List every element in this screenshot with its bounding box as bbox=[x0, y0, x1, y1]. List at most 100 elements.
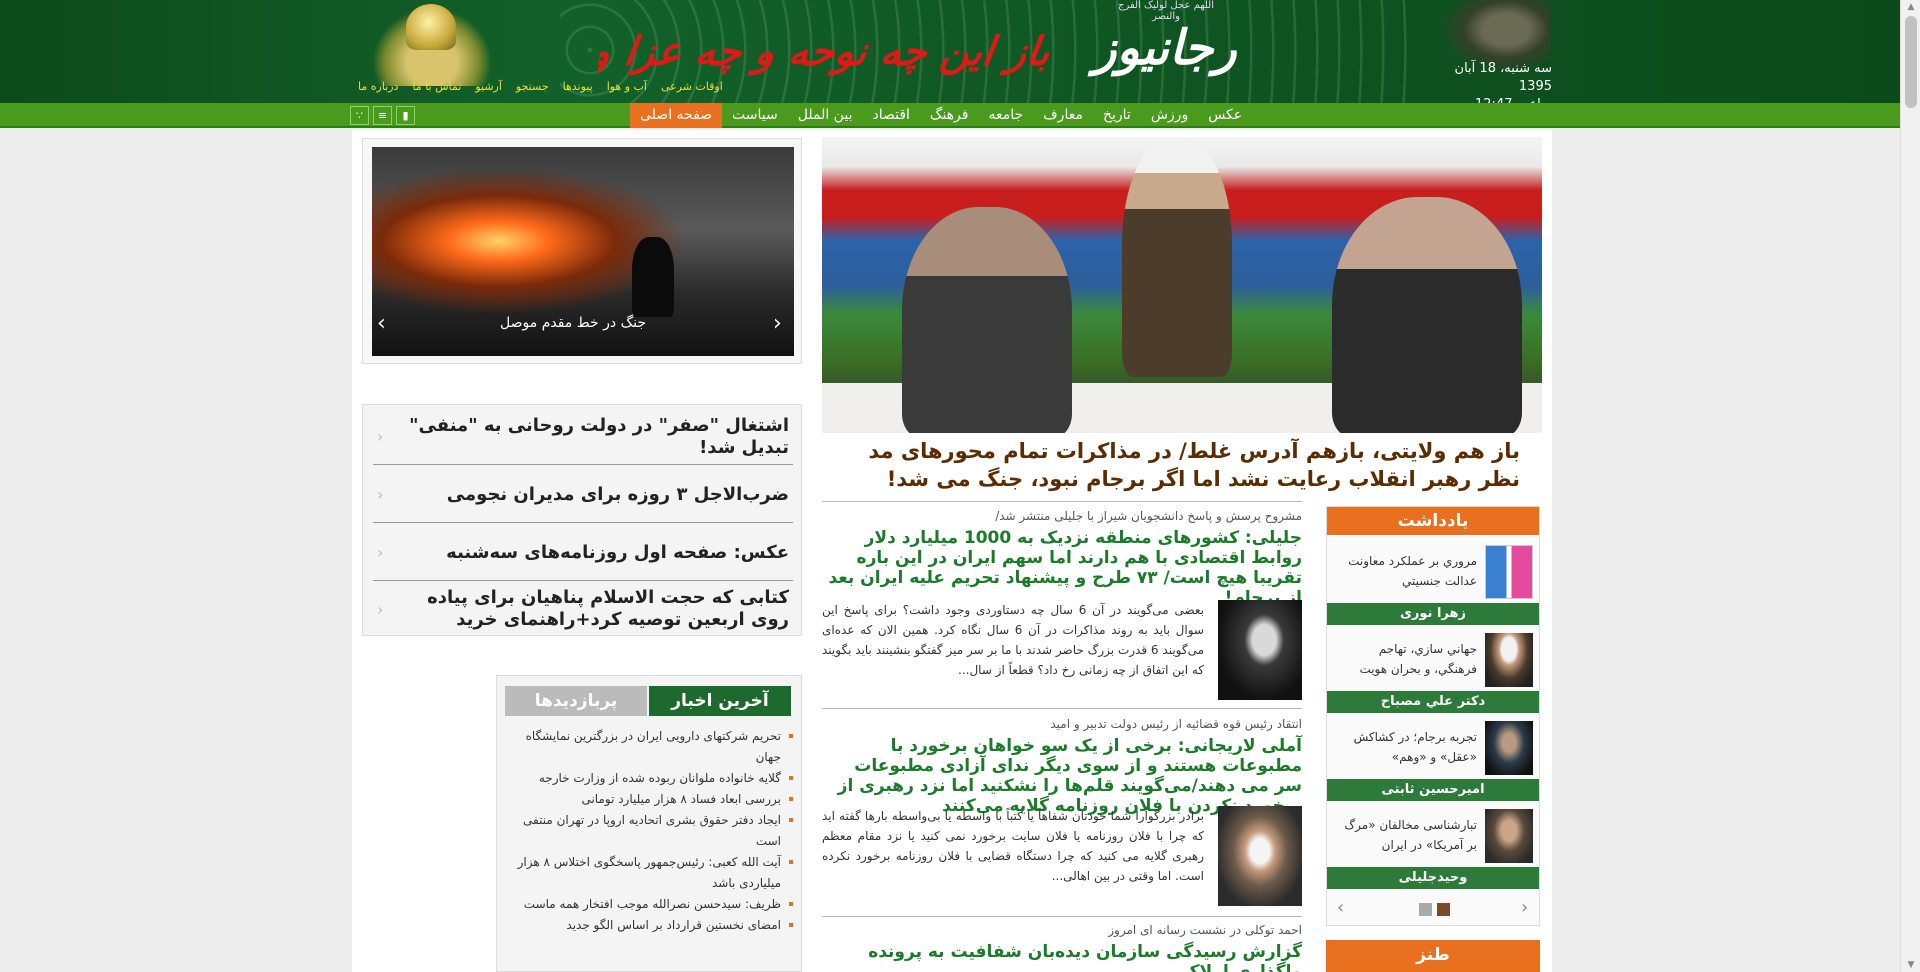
story-item: انتقاد رئیس قوه قضائیه از رئیس دولت تدبی… bbox=[822, 716, 1302, 906]
slider-soldier-silhouette bbox=[632, 237, 674, 317]
pager-dot-active[interactable] bbox=[1437, 903, 1450, 916]
notes-pager: ‹ › bbox=[1327, 897, 1539, 921]
story-summary: بعضی می‌گویند در آن 6 سال چه دستاوردی وج… bbox=[822, 603, 1205, 677]
scroll-up-icon[interactable]: ▲ bbox=[1901, 0, 1920, 14]
shrine-dome-illustration bbox=[406, 4, 456, 50]
pager-next-icon[interactable]: › bbox=[1521, 897, 1528, 918]
top-link-archive[interactable]: آرشیو bbox=[475, 80, 502, 98]
list-item[interactable]: آیت الله کعبی: رئیس‌جمهور پاسخگوی اختلاس… bbox=[505, 852, 795, 894]
tab-latest-news[interactable]: آخرین اخبار bbox=[649, 686, 791, 716]
photo-person-center bbox=[1122, 137, 1232, 377]
nav-item-history[interactable]: تاریخ bbox=[1093, 103, 1141, 128]
chevron-left-icon: ‹ bbox=[377, 543, 384, 562]
note-author-photo bbox=[1485, 633, 1533, 687]
rss-icon[interactable]: ∵ bbox=[350, 106, 369, 125]
related-item[interactable]: کتابی که حجت الاسلام پناهیان برای پیاده … bbox=[373, 581, 793, 637]
story-kicker: احمد توکلی در نشست رسانه ای امروز bbox=[1108, 923, 1302, 937]
nav-icons: ∵ ≡ ▮ bbox=[350, 106, 415, 125]
note-author[interactable]: وحیدجلیلی bbox=[1327, 867, 1539, 889]
scroll-thumb[interactable] bbox=[1905, 16, 1917, 108]
nav-item-politics[interactable]: سیاست bbox=[722, 103, 788, 128]
pager-prev-icon[interactable]: ‹ bbox=[1337, 897, 1344, 918]
related-item[interactable]: اشتغال "صفر" در دولت روحانی به "منفی" تب… bbox=[373, 409, 793, 465]
nav-item-religion[interactable]: معارف bbox=[1033, 103, 1093, 128]
nav-item-economy[interactable]: اقتصاد bbox=[862, 103, 919, 128]
related-headlines: اشتغال "صفر" در دولت روحانی به "منفی" تب… bbox=[362, 404, 802, 636]
note-item[interactable]: تجربه برجام؛ در كشاكش «عقل» و «وهم» bbox=[1333, 717, 1533, 775]
note-author-photo bbox=[1485, 809, 1533, 863]
top-link-links[interactable]: پیوندها bbox=[563, 80, 593, 98]
story-title[interactable]: جلیلی: کشورهای منطقه نزدیک به 1000 میلیا… bbox=[822, 528, 1302, 608]
note-item[interactable]: تبارشناسی مخالفان «مرگ بر آمریکا» در ایر… bbox=[1333, 805, 1533, 863]
related-item[interactable]: عکس: صفحه اول روزنامه‌های سه‌شنبه ‹ bbox=[373, 525, 793, 581]
related-item-title: کتابی که حجت الاسلام پناهیان برای پیاده … bbox=[427, 587, 789, 630]
note-title: تجربه برجام؛ در كشاكش «عقل» و «وهم» bbox=[1353, 730, 1477, 764]
main-navbar: ∵ ≡ ▮ صفحه اصلی سیاست بین الملل اقتصاد ف… bbox=[0, 103, 1900, 128]
scroll-down-icon[interactable]: ▼ bbox=[1901, 958, 1920, 972]
related-item-title: اشتغال "صفر" در دولت روحانی به "منفی" تب… bbox=[409, 414, 789, 458]
list-item[interactable]: امضای نخستین قرارداد بر اساس الگو جدید bbox=[505, 915, 795, 936]
chevron-left-icon: ‹ bbox=[377, 427, 384, 446]
story-thumbnail[interactable] bbox=[1218, 806, 1302, 906]
story-item: احمد توکلی در نشست رسانه ای امروز گزارش … bbox=[822, 922, 1302, 972]
main-headline[interactable]: باز هم ولایتی، بازهم آدرس غلط/ در مذاکرا… bbox=[822, 437, 1520, 493]
slider-prev-icon[interactable]: ‹ bbox=[377, 311, 386, 336]
latest-news-box: آخرین اخبار پربازدیدها تحریم شرکتهای دار… bbox=[496, 675, 802, 972]
note-item[interactable]: جهاني سازي، تهاجم فرهنگي، و بحران هويت bbox=[1333, 629, 1533, 687]
list-item[interactable]: ظریف: سیدحسن نصرالله موجب افتخار همه ماس… bbox=[505, 894, 795, 915]
pager-dot[interactable] bbox=[1419, 903, 1432, 916]
top-link-weather[interactable]: آب و هوا bbox=[607, 80, 647, 98]
story-title[interactable]: آملی لاریجانی: برخی از یک سو خواهان برخو… bbox=[822, 736, 1302, 816]
date-text: سه شنبه، 18 آبان 1395 bbox=[1454, 61, 1552, 94]
list-icon[interactable]: ≡ bbox=[373, 106, 392, 125]
divider bbox=[822, 916, 1302, 917]
nav-item-sports[interactable]: ورزش bbox=[1141, 103, 1198, 128]
note-author[interactable]: دكتر علي مصباح bbox=[1327, 691, 1539, 713]
notes-panel: يادداشت مروري بر عملكرد معاونت عدالت جنس… bbox=[1326, 506, 1540, 926]
notes-title: يادداشت bbox=[1327, 507, 1539, 535]
nav-item-society[interactable]: جامعه bbox=[978, 103, 1033, 128]
gender-icon bbox=[1485, 545, 1533, 599]
nav-item-home[interactable]: صفحه اصلی bbox=[630, 103, 723, 128]
top-link-prayer-times[interactable]: اوقات شرعی bbox=[661, 80, 723, 98]
top-links: درباره ما تماس با ما آرشیو جستجو پیوندها… bbox=[358, 80, 723, 98]
related-item-title: عکس: صفحه اول روزنامه‌های سه‌شنبه bbox=[446, 541, 789, 563]
photo-person-right bbox=[1332, 197, 1522, 433]
satire-title: طنز bbox=[1326, 940, 1540, 972]
note-author[interactable]: اميرحسين ثابتی bbox=[1327, 779, 1539, 801]
nav-items: صفحه اصلی سیاست بین الملل اقتصاد فرهنگ ج… bbox=[630, 103, 1252, 128]
top-link-search[interactable]: جستجو bbox=[516, 80, 549, 98]
note-title: تبارشناسی مخالفان «مرگ بر آمریکا» در ایر… bbox=[1344, 818, 1477, 852]
nav-item-photo[interactable]: عکس bbox=[1198, 103, 1252, 128]
list-item[interactable]: بررسی ابعاد فساد ۸ هزار میلیارد تومانی bbox=[505, 789, 795, 810]
related-item[interactable]: ضرب‌الاجل ۳ روزه برای مدیران نجومی ‹ bbox=[373, 467, 793, 523]
note-title: جهاني سازي، تهاجم فرهنگي، و بحران هويت bbox=[1359, 642, 1477, 676]
story-thumbnail[interactable] bbox=[1218, 600, 1302, 700]
divider bbox=[822, 708, 1302, 709]
page-scrollbar[interactable]: ▲ ▼ bbox=[1900, 0, 1920, 972]
photo-person-left bbox=[902, 207, 1072, 433]
main-story-photo[interactable] bbox=[822, 137, 1542, 433]
divider bbox=[822, 501, 1302, 502]
slider-caption[interactable]: جنگ در خط مقدم موصل bbox=[423, 315, 723, 331]
photo-slider: جنگ در خط مقدم موصل ‹ › bbox=[362, 138, 802, 364]
list-item[interactable]: گلایه خانواده ملوانان ربوده شده از وزارت… bbox=[505, 768, 795, 789]
story-summary: برادر بزرگوارا شما خودتان شفاهاً یا کتبا… bbox=[822, 809, 1204, 883]
chevron-left-icon: ‹ bbox=[377, 485, 384, 504]
note-title: مروري بر عملكرد معاونت عدالت جنسيتي bbox=[1348, 554, 1477, 588]
slider-next-icon[interactable]: › bbox=[773, 311, 782, 336]
note-item[interactable]: مروري بر عملكرد معاونت عدالت جنسيتي bbox=[1333, 541, 1533, 599]
site-logo[interactable]: رجانیوز bbox=[1090, 8, 1240, 88]
story-title[interactable]: گزارش رسیدگی سازمان دیده‌بان شفافیت به پ… bbox=[822, 942, 1302, 972]
top-link-about[interactable]: درباره ما bbox=[358, 80, 398, 98]
story-item: مشروح پرسش و پاسخ دانشجویان شیراز با جلی… bbox=[822, 508, 1302, 700]
nav-item-culture[interactable]: فرهنگ bbox=[920, 103, 979, 128]
mobile-icon[interactable]: ▮ bbox=[396, 106, 415, 125]
tab-most-viewed[interactable]: پربازدیدها bbox=[505, 686, 647, 716]
note-author[interactable]: زهرا نوری bbox=[1327, 603, 1539, 625]
list-item[interactable]: تحریم شرکتهای دارویی ایران در بزرگترین ن… bbox=[505, 726, 795, 768]
site-header: باز این چه نوحه و چه عزا و چه ماتم است ا… bbox=[0, 0, 1900, 112]
list-item[interactable]: ایجاد دفتر حقوق بشری اتحادیه اروپا در ته… bbox=[505, 810, 795, 852]
top-link-contact[interactable]: تماس با ما bbox=[412, 80, 461, 98]
nav-item-international[interactable]: بین الملل bbox=[788, 103, 863, 128]
